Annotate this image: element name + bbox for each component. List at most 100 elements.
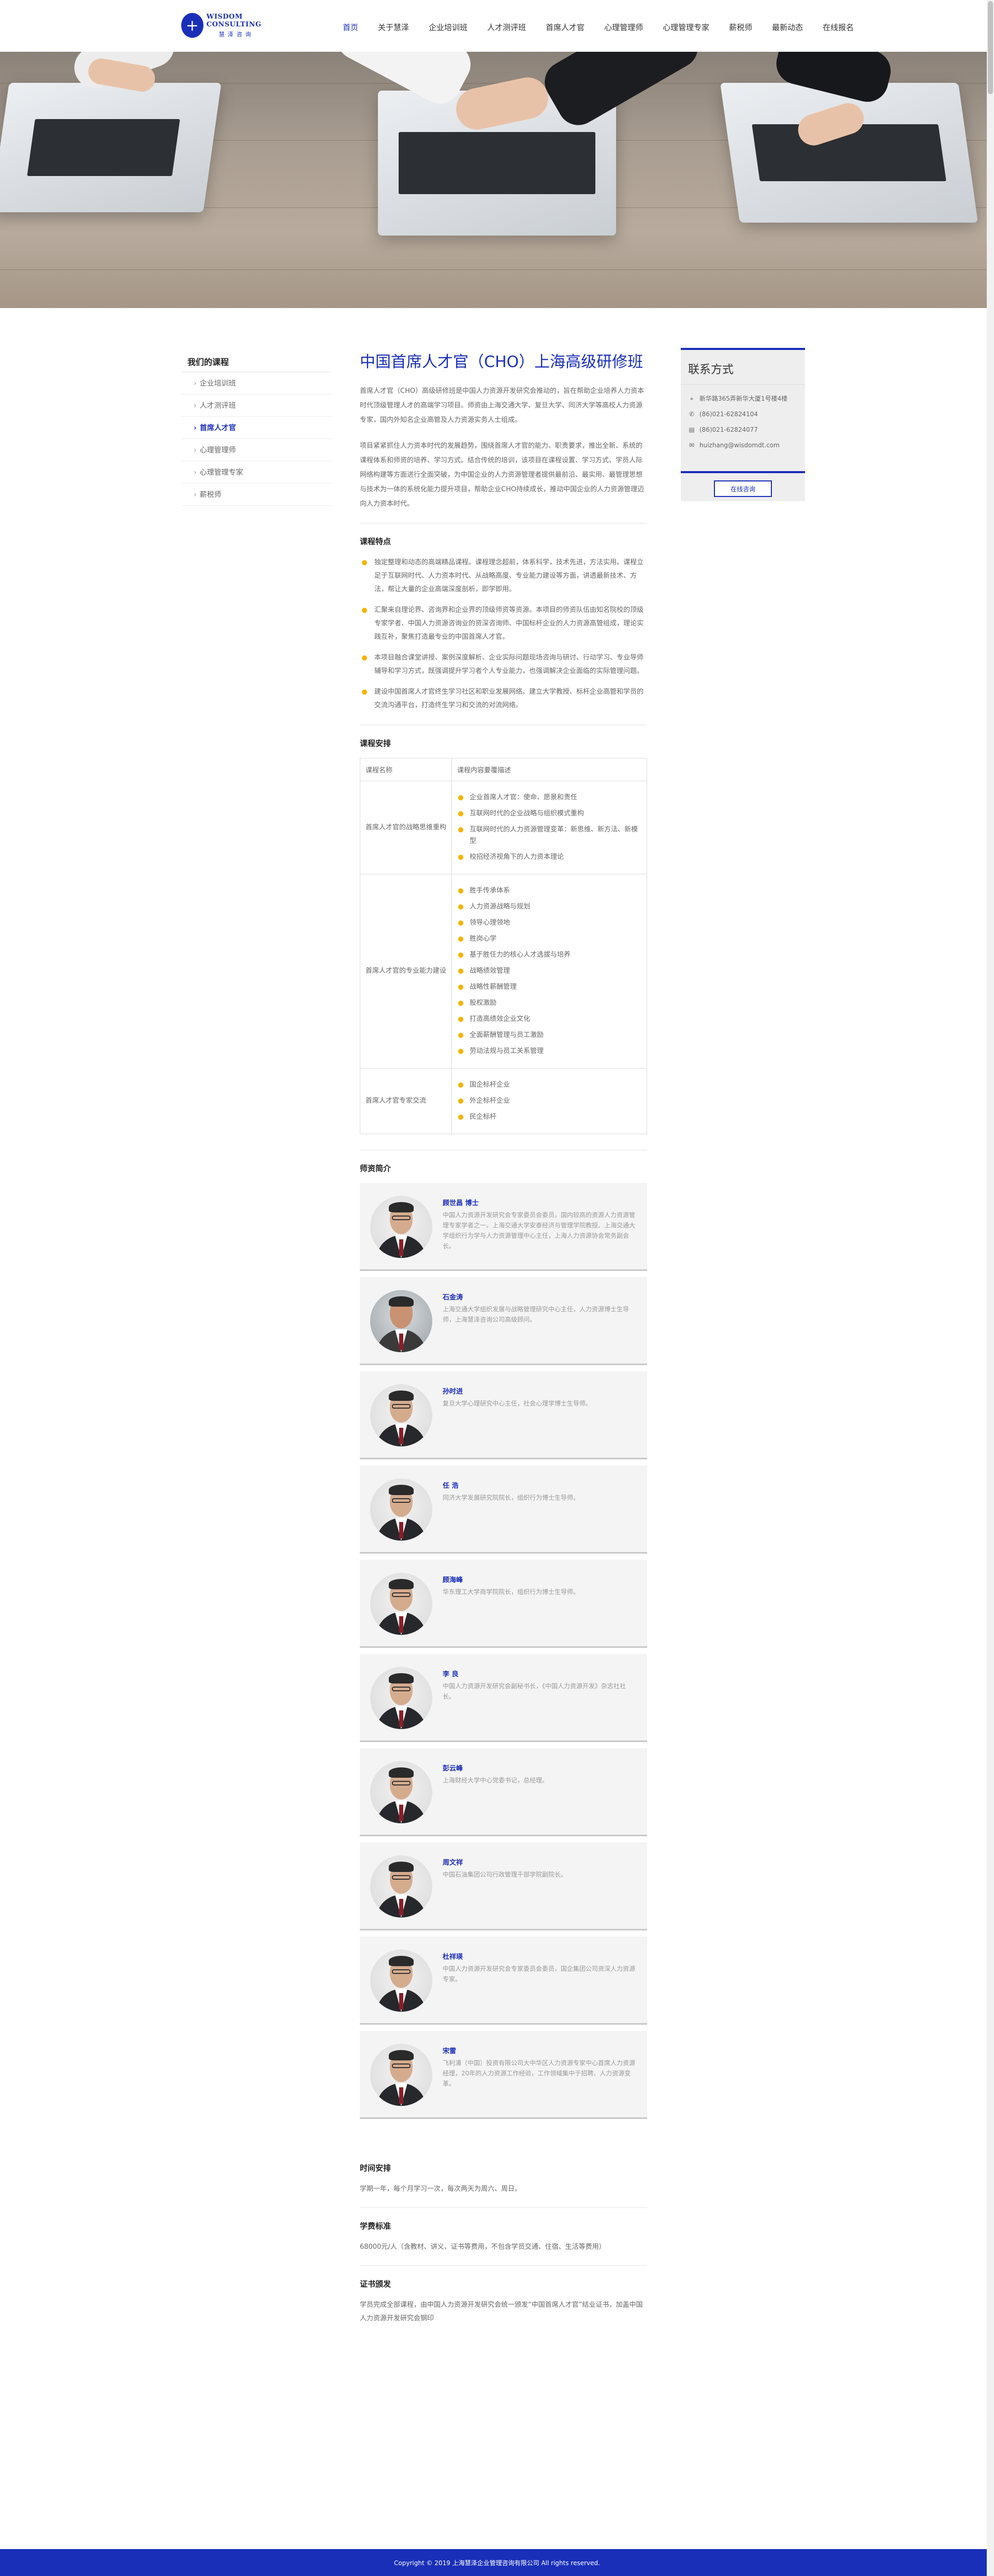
phone-icon: ✆	[689, 411, 695, 418]
feature-item: 独定整理和动态的高端精品课程。课程理念超前，体系科学，技术先进，方法实用。课程立…	[360, 556, 647, 596]
teacher-card: 宋雷飞利浦（中国）投资有限公司大中华区人力资源专家中心首席人力资源经理，20年的…	[360, 2031, 647, 2119]
teacher-photo	[370, 1196, 432, 1258]
contact-button-area: 在线咨询	[681, 471, 805, 501]
table-row: 首席人才官专家交流 国企标杆企业 外企标杆企业 民企标杆	[360, 1068, 647, 1134]
topic-item: 互联网时代的企业战略与组织模式重构	[457, 808, 641, 819]
sidebar-item-salary-tax[interactable]: › 薪税师	[181, 484, 331, 506]
nav-news[interactable]: 最新动态	[766, 18, 809, 37]
module-topics: 胜手传承体系 人力资源战略与规划 领导心理领地 胜岗心学 基于胜任力的核心人才选…	[451, 874, 647, 1069]
topic-item: 打造高绩效企业文化	[457, 1014, 641, 1025]
logo-text: WISDOM CONSULTING 慧泽咨询	[207, 13, 290, 38]
time-heading: 时间安排	[360, 2163, 391, 2173]
envelope-icon: ✉	[689, 442, 695, 449]
sidebar-item-label: 薪税师	[199, 491, 222, 499]
online-consult-button[interactable]: 在线咨询	[714, 480, 772, 497]
nav-psych-manager[interactable]: 心理管理师	[598, 18, 649, 37]
topic-item: 股权激励	[457, 998, 641, 1009]
site-footer: Copyright © 2019 上海慧泽企业管理咨询有限公司 All righ…	[0, 2549, 994, 2576]
teacher-bio: 上海财经大学中心党委书记，总经理。	[443, 1777, 549, 1784]
address-text: 新华路365弄新华大厦1号楼4楼	[699, 395, 788, 402]
divider	[360, 2207, 647, 2208]
sidebar-item-psych-manager[interactable]: › 心理管理师	[181, 439, 331, 461]
contact-email[interactable]: ✉ huizhang@wisdomdt.com	[681, 437, 805, 453]
teacher-bio: 飞利浦（中国）投资有限公司大中华区人力资源专家中心首席人力资源经理，20年的人力…	[443, 2059, 636, 2087]
table-header: 课程名称	[360, 758, 452, 781]
scrollbar-thumb[interactable]	[988, 1, 993, 94]
teacher-photo	[370, 1855, 432, 1918]
chevron-right-icon: ›	[194, 446, 197, 455]
feature-item: 建设中国首席人才官终生学习社区和职业发展网络。建立大学教授、标杆企业高管和学员的…	[360, 685, 647, 712]
topic-item: 企业首席人才官：使命、愿景和责任	[457, 792, 641, 803]
nav-psych-expert[interactable]: 心理管理专家	[656, 18, 715, 37]
teacher-bio: 中国人力资源开发研究会专家委员会委员，国企集团公司资深人力资源专家。	[443, 1965, 636, 1983]
nav-talent-assessment[interactable]: 人才测评班	[481, 18, 532, 37]
teacher-card: 周文祥 中国石油集团公司行政管理干部学院副院长。	[360, 1842, 647, 1930]
fax-icon: ▤	[689, 426, 695, 433]
nav-enterprise-training[interactable]: 企业培训班	[422, 18, 474, 37]
logo-english: WISDOM CONSULTING	[206, 12, 261, 28]
sidebar-item-label: 人才测评班	[199, 402, 236, 410]
nav-about[interactable]: 关于慧泽	[372, 18, 415, 37]
site-header: + WISDOM CONSULTING 慧泽咨询 首页 关于慧泽 企业培训班 人…	[0, 0, 994, 52]
sidebar-item-cho[interactable]: › 首席人才官	[181, 417, 331, 439]
teacher-photo	[370, 1479, 432, 1541]
teacher-photo	[370, 1573, 432, 1635]
teacher-bio: 同济大学发展研究院院长，组织行为博士生导师。	[443, 1494, 580, 1501]
topic-item: 基于胜任力的核心人才选拔与培养	[457, 949, 641, 961]
contact-box: 联系方式 ⌖ 新华路365弄新华大厦1号楼4楼 ✆ (86)021-628241…	[681, 348, 805, 480]
topic-item: 人力资源战略与规划	[457, 901, 641, 913]
page-scrollbar[interactable]	[987, 0, 994, 2576]
logo-chinese: 慧泽咨询	[218, 31, 254, 38]
module-name: 首席人才官专家交流	[360, 1068, 452, 1134]
teacher-name: 任 浩	[443, 1482, 459, 1490]
location-pin-icon: ⌖	[690, 395, 694, 402]
fee-text: 68000元/人（含教材、讲义、证书等费用，不包含学员交通、住宿、生活等费用）	[360, 2243, 606, 2251]
nav-salary-tax[interactable]: 薪税师	[723, 18, 758, 37]
table-row: 首席人才官的专业能力建设 胜手传承体系 人力资源战略与规划 领导心理领地 胜岗心…	[360, 874, 647, 1069]
teacher-name: 杜祥瑛	[443, 1953, 463, 1961]
teacher-card: 彭云峰上海财经大学中心党委书记，总经理。	[360, 1748, 647, 1836]
sidebar-item-enterprise-training[interactable]: › 企业培训班	[181, 372, 331, 394]
course-content: 中国首席人才官（CHO）上海高级研修班 首席人才官（CHO）高级研修班是中国人力…	[360, 352, 647, 2337]
topic-item: 胜手传承体系	[457, 885, 641, 897]
sidebar-item-label: 首席人才官	[199, 424, 236, 432]
teacher-bio: 中国石油集团公司行政管理干部学院副院长。	[443, 1871, 567, 1878]
sidebar-item-label: 心理管理师	[199, 446, 236, 455]
nav-signup[interactable]: 在线报名	[816, 18, 860, 37]
teacher-card: 孙时进复旦大学心理研究中心主任，社会心理学博士生导师。	[360, 1371, 647, 1459]
sidebar-item-talent-assessment[interactable]: › 人才测评班	[181, 394, 331, 417]
teacher-bio: 复旦大学心理研究中心主任，社会心理学博士生导师。	[443, 1400, 592, 1407]
schedule-table: 课程名称 课程内容要覆描述 首席人才官的战略思维重构 企业首席人才官：使命、愿景…	[360, 758, 647, 1134]
sidebar-item-psych-expert[interactable]: › 心理管理专家	[181, 461, 331, 484]
nav-home[interactable]: 首页	[337, 18, 364, 37]
phone-text: (86)021-62824104	[699, 411, 758, 418]
table-row: 首席人才官的战略思维重构 企业首席人才官：使命、愿景和责任 互联网时代的企业战略…	[360, 781, 647, 874]
topic-item: 领导心理领地	[457, 917, 641, 929]
certificate-heading: 证书颁发	[360, 2279, 391, 2289]
sidebar-title: 我们的课程	[181, 351, 331, 372]
laptop-left	[0, 83, 222, 212]
teacher-card: 李 良中国人力资源开发研究会副秘书长，《中国人力资源开发》杂志社社长。	[360, 1654, 647, 1742]
feature-item: 汇聚来自理论界、咨询界和企业界的顶级师资等资源。本项目的师资队伍由知名院校的顶级…	[360, 604, 647, 644]
module-topics: 国企标杆企业 外企标杆企业 民企标杆	[451, 1068, 647, 1134]
teacher-bio: 中国人力资源开发研究会专家委员会委员，国内较高的资源人力资源管理专家学者之一。上…	[443, 1211, 636, 1250]
topic-item: 战略性薪酬管理	[457, 982, 641, 993]
email-text: huizhang@wisdomdt.com	[699, 442, 780, 449]
teacher-photo	[370, 1950, 432, 2012]
teacher-name: 彭云峰	[443, 1765, 463, 1773]
topic-item: 校招经济视角下的人力资本理论	[457, 852, 641, 863]
teacher-name: 李 良	[443, 1671, 459, 1678]
nav-cho[interactable]: 首席人才官	[539, 18, 591, 37]
divider	[360, 2265, 647, 2266]
contact-fax: ▤ (86)021-62824077	[681, 422, 805, 437]
course-sidebar: 我们的课程 › 企业培训班 › 人才测评班 › 首席人才官 › 心理管理师 › 心理管理专…	[181, 351, 331, 506]
teacher-bio: 上海交通大学组织发展与战略管理研究中心主任，人力资源博士生导师，上海慧泽咨询公司…	[443, 1306, 630, 1323]
teacher-name: 宋雷	[443, 2047, 457, 2055]
module-topics: 企业首席人才官：使命、愿景和责任 互联网时代的企业战略与组织模式重构 互联网时代…	[451, 781, 647, 874]
teacher-name: 孙时进	[443, 1388, 463, 1396]
teacher-photo	[370, 1761, 432, 1823]
module-name: 首席人才官的战略思维重构	[360, 781, 452, 874]
site-logo[interactable]: + WISDOM CONSULTING 慧泽咨询	[181, 13, 290, 38]
topic-item: 劳动法规与员工关系管理	[457, 1046, 641, 1057]
intro-paragraph: 项目紧紧抓住人力资本时代的发展趋势，围绕首席人才官的能力、职责要求，推出全新、系…	[360, 442, 645, 508]
